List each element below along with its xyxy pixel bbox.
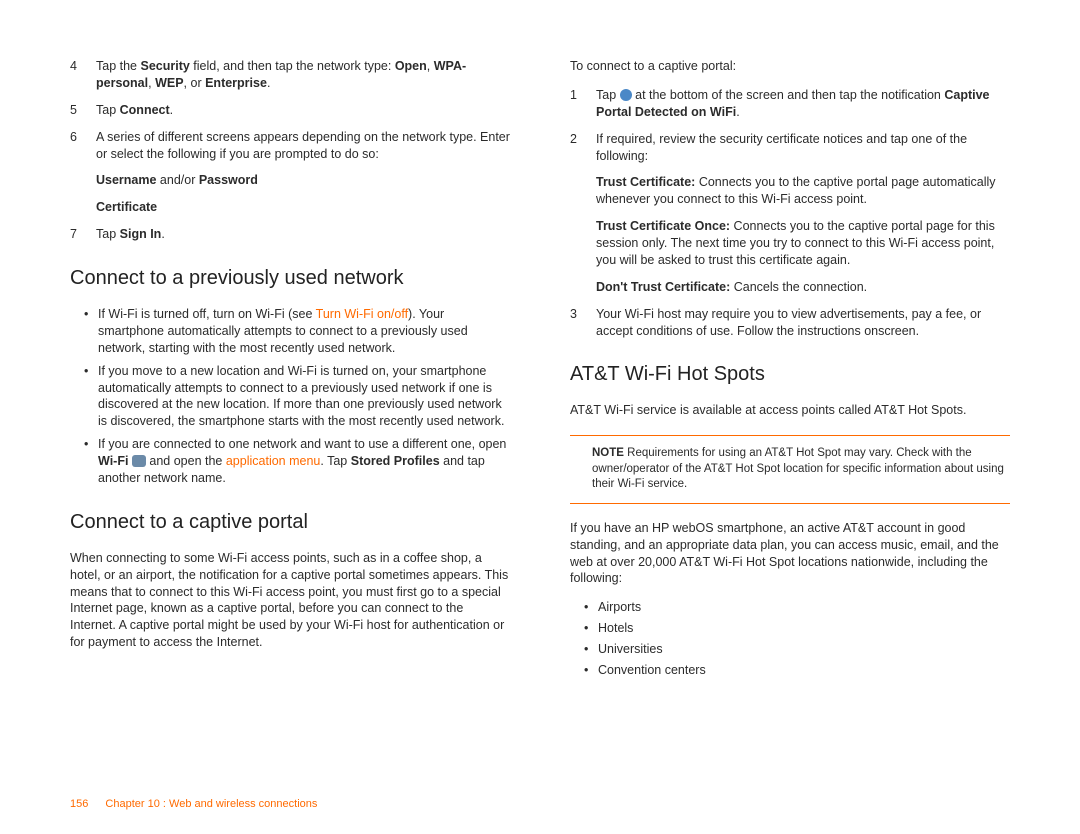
cert-option-trust-once: Trust Certificate Once: Connects you to … xyxy=(596,218,1010,269)
heading-prev-network: Connect to a previously used network xyxy=(70,265,510,292)
steps-first-group: 4 Tap the Security field, and then tap t… xyxy=(70,58,510,162)
step-number: 1 xyxy=(570,87,596,121)
step-text: A series of different screens appears de… xyxy=(96,129,510,163)
step-4: 4 Tap the Security field, and then tap t… xyxy=(70,58,510,92)
step-5: 5 Tap Connect. xyxy=(70,102,510,119)
list-item: Universities xyxy=(584,641,1010,658)
link-application-menu[interactable]: application menu xyxy=(226,454,321,468)
captive-steps-cont: 3 Your Wi-Fi host may require you to vie… xyxy=(570,306,1010,340)
att-detail: If you have an HP webOS smartphone, an a… xyxy=(570,520,1010,588)
step-7: 7 Tap Sign In. xyxy=(70,226,510,243)
captive-step-3: 3 Your Wi-Fi host may require you to vie… xyxy=(570,306,1010,340)
step-number: 5 xyxy=(70,102,96,119)
list-item: If Wi-Fi is turned off, turn on Wi-Fi (s… xyxy=(84,306,510,357)
list-item: Hotels xyxy=(584,620,1010,637)
step-text: If required, review the security certifi… xyxy=(596,131,1010,165)
att-locations: Airports Hotels Universities Convention … xyxy=(584,599,1010,679)
step-number: 4 xyxy=(70,58,96,92)
cert-option-trust: Trust Certificate: Connects you to the c… xyxy=(596,174,1010,208)
right-column: To connect to a captive portal: 1 Tap at… xyxy=(570,58,1010,689)
captive-steps: 1 Tap at the bottom of the screen and th… xyxy=(570,87,1010,165)
captive-step-2: 2 If required, review the security certi… xyxy=(570,131,1010,165)
step-number: 7 xyxy=(70,226,96,243)
heading-att-hotspots: AT&T Wi-Fi Hot Spots xyxy=(570,361,1010,388)
list-item: Airports xyxy=(584,599,1010,616)
list-item: Convention centers xyxy=(584,662,1010,679)
step-text: Tap Sign In. xyxy=(96,226,510,243)
steps-second-group: 7 Tap Sign In. xyxy=(70,226,510,243)
step-text: Tap the Security field, and then tap the… xyxy=(96,58,510,92)
step-number: 3 xyxy=(570,306,596,340)
substep-certificate: Certificate xyxy=(96,199,510,216)
step-number: 2 xyxy=(570,131,596,165)
captive-step-1: 1 Tap at the bottom of the screen and th… xyxy=(570,87,1010,121)
step-number: 6 xyxy=(70,129,96,163)
note-box: NOTE Requirements for using an AT&T Hot … xyxy=(570,435,1010,504)
wifi-icon xyxy=(132,455,146,467)
page-number: 156 xyxy=(70,798,88,810)
globe-icon xyxy=(620,89,632,101)
att-intro: AT&T Wi-Fi service is available at acces… xyxy=(570,402,1010,419)
prev-network-list: If Wi-Fi is turned off, turn on Wi-Fi (s… xyxy=(84,306,510,487)
step-text: Tap Connect. xyxy=(96,102,510,119)
link-turn-wifi[interactable]: Turn Wi-Fi on/off xyxy=(316,307,408,321)
heading-captive-portal: Connect to a captive portal xyxy=(70,509,510,536)
chapter-title: Chapter 10 : Web and wireless connection… xyxy=(105,798,317,810)
captive-lead: To connect to a captive portal: xyxy=(570,58,1010,75)
substep-username: Username and/or Password xyxy=(96,172,510,189)
list-item: If you are connected to one network and … xyxy=(84,436,510,487)
page-content: 4 Tap the Security field, and then tap t… xyxy=(0,0,1080,689)
captive-intro: When connecting to some Wi-Fi access poi… xyxy=(70,550,510,651)
page-footer: 156 Chapter 10 : Web and wireless connec… xyxy=(70,798,317,810)
step-6: 6 A series of different screens appears … xyxy=(70,129,510,163)
step-text: Tap at the bottom of the screen and then… xyxy=(596,87,1010,121)
step-text: Your Wi-Fi host may require you to view … xyxy=(596,306,1010,340)
list-item: If you move to a new location and Wi-Fi … xyxy=(84,363,510,431)
left-column: 4 Tap the Security field, and then tap t… xyxy=(70,58,510,689)
cert-option-dont-trust: Don't Trust Certificate: Cancels the con… xyxy=(596,279,1010,296)
